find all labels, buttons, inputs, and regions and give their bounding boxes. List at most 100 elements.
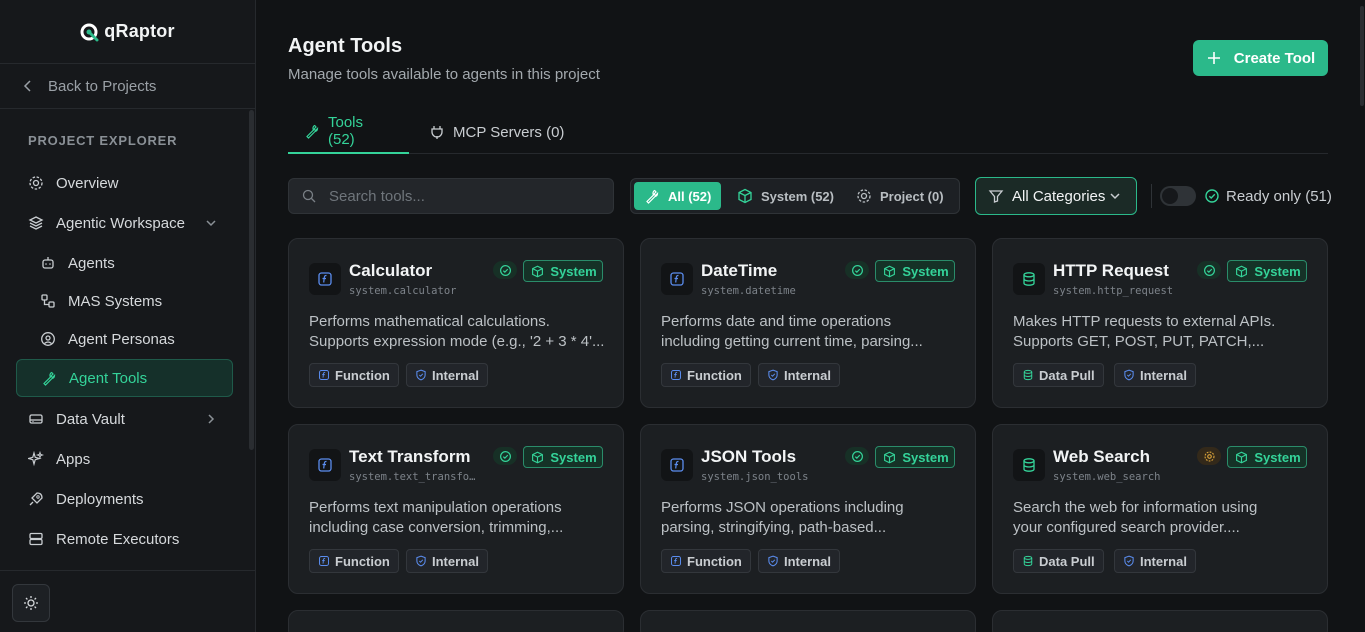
sidebar-footer — [0, 570, 255, 632]
search-input[interactable] — [329, 187, 589, 205]
tool-card-partial[interactable] — [288, 610, 624, 632]
sidebar-item-deployments[interactable]: Deployments — [16, 481, 233, 517]
internal-tag: Internal — [406, 363, 488, 387]
sidebar-item-label: MAS Systems — [68, 292, 163, 310]
database-icon — [1013, 449, 1045, 481]
tab-label: MCP Servers (0) — [453, 123, 565, 141]
sidebar-item-data-vault[interactable]: Data Vault — [16, 401, 233, 437]
search-field[interactable] — [288, 178, 614, 214]
tool-card-partial[interactable] — [992, 610, 1328, 632]
ready-check-icon — [845, 261, 869, 279]
tool-card-partial[interactable] — [640, 610, 976, 632]
description-line: Supports expression mode (e.g., '2 + 3 *… — [309, 333, 605, 350]
tool-id: system.datetime — [701, 285, 796, 297]
tool-card[interactable]: Web Search system.web_search System Sear… — [992, 424, 1328, 594]
section-label-project-explorer: PROJECT EXPLORER — [28, 133, 178, 148]
tag-label: Internal — [784, 367, 831, 383]
tab-mcp-servers[interactable]: MCP Servers (0) — [413, 110, 580, 154]
scope-filter-segmented: All (52) System (52) Project (0) — [630, 178, 960, 214]
description-line: Supports GET, POST, PUT, PATCH,... — [1013, 333, 1265, 350]
internal-tag: Internal — [1114, 549, 1196, 573]
sidebar-item-agents[interactable]: Agents — [16, 245, 233, 281]
database-icon — [1022, 555, 1034, 567]
app-logo[interactable]: qRaptor — [0, 0, 255, 64]
category-dropdown[interactable]: All Categories — [975, 177, 1137, 215]
badge-label: System — [550, 263, 597, 279]
function-icon — [670, 369, 682, 381]
tag-label: Internal — [1140, 367, 1187, 383]
tag-label: Data Pull — [1039, 367, 1095, 383]
database-icon — [1022, 369, 1034, 381]
description-line: your configured search provider.... — [1013, 519, 1240, 536]
back-to-projects-link[interactable]: Back to Projects — [0, 64, 255, 109]
sidebar-item-remote-executors[interactable]: Remote Executors — [16, 521, 233, 557]
tab-tools[interactable]: Tools (52) — [288, 110, 409, 154]
sidebar-item-apps[interactable]: Apps — [16, 441, 233, 477]
qraptor-logo-icon — [80, 22, 100, 42]
ready-check-icon — [493, 261, 517, 279]
tool-card[interactable]: DateTime system.datetime System Performs… — [640, 238, 976, 408]
tool-id: system.http_request — [1053, 285, 1174, 297]
badge-label: System — [1254, 263, 1301, 279]
workflow-icon — [40, 293, 56, 309]
tool-card[interactable]: Text Transform system.text_transfo… Syst… — [288, 424, 624, 594]
tool-title: DateTime — [701, 261, 778, 280]
tool-card[interactable]: JSON Tools system.json_tools System Perf… — [640, 424, 976, 594]
main-content: Agent Tools Manage tools available to ag… — [256, 0, 1365, 632]
ready-only-toggle[interactable] — [1160, 186, 1196, 206]
system-badge: System — [523, 446, 603, 468]
filter-all-button[interactable]: All (52) — [634, 182, 722, 210]
filter-label: All (52) — [668, 188, 712, 204]
user-circle-icon — [40, 331, 56, 347]
check-circle-icon — [1204, 188, 1220, 204]
package-icon — [529, 449, 545, 465]
function-icon — [318, 369, 330, 381]
system-badge: System — [1227, 260, 1307, 282]
shield-icon — [415, 555, 427, 567]
wrench-icon — [41, 370, 57, 386]
function-icon — [309, 449, 341, 481]
tool-title: Calculator — [349, 261, 433, 280]
package-icon — [881, 449, 897, 465]
function-icon — [661, 263, 693, 295]
badge-label: System — [550, 449, 597, 465]
filter-label: Project (0) — [880, 188, 944, 204]
tool-title: HTTP Request — [1053, 261, 1169, 280]
chevron-right-icon — [203, 411, 219, 427]
tag-label: Function — [335, 553, 390, 569]
badge-label: System — [1254, 449, 1301, 465]
tool-id: system.web_search — [1053, 471, 1161, 483]
tag-label: Internal — [432, 367, 479, 383]
tag-label: Function — [335, 367, 390, 383]
system-badge: System — [875, 446, 955, 468]
tag-label: Function — [687, 367, 742, 383]
sidebar-item-label: Overview — [56, 174, 119, 192]
plug-icon — [429, 124, 445, 140]
system-badge: System — [1227, 446, 1307, 468]
divider — [1151, 184, 1152, 208]
main-scrollbar[interactable] — [1360, 6, 1364, 106]
shield-icon — [767, 369, 779, 381]
bot-icon — [40, 255, 56, 271]
filter-project-button[interactable]: Project (0) — [846, 182, 954, 210]
sidebar-item-mas-systems[interactable]: MAS Systems — [16, 283, 233, 319]
sidebar-item-agent-tools[interactable]: Agent Tools — [16, 359, 233, 397]
create-tool-button[interactable]: Create Tool — [1193, 40, 1328, 76]
shield-icon — [1123, 369, 1135, 381]
sidebar-item-agentic-workspace[interactable]: Agentic Workspace — [16, 205, 233, 241]
filter-system-button[interactable]: System (52) — [727, 182, 844, 210]
sidebar-item-overview[interactable]: Overview — [16, 165, 233, 201]
ready-check-icon — [1197, 261, 1221, 279]
back-label: Back to Projects — [48, 77, 157, 95]
filter-icon — [988, 188, 1004, 204]
sidebar-item-label: Agents — [68, 254, 115, 272]
sidebar-item-agent-personas[interactable]: Agent Personas — [16, 321, 233, 357]
tool-id: system.calculator — [349, 285, 457, 297]
tool-card[interactable]: HTTP Request system.http_request System … — [992, 238, 1328, 408]
wrench-icon — [304, 123, 320, 139]
package-icon — [1233, 263, 1249, 279]
theme-toggle-button[interactable] — [12, 584, 50, 622]
sidebar-scrollbar[interactable] — [249, 110, 254, 450]
tool-card[interactable]: Calculator system.calculator System Perf… — [288, 238, 624, 408]
tool-kind-tag: Data Pull — [1013, 549, 1104, 573]
